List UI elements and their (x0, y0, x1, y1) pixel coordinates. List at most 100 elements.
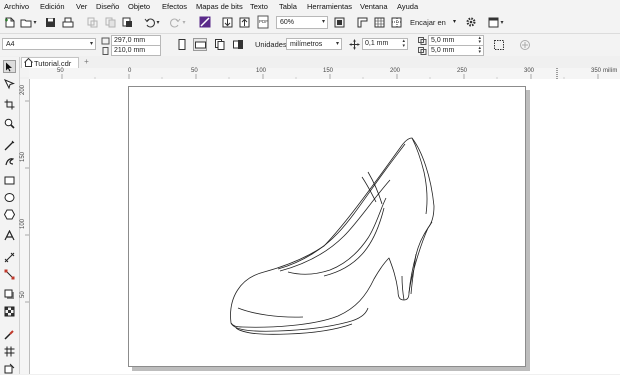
standard-toolbar: ▾ ▾ ▾ PDF 60% ▾ Encajar en ▾ ▾ (0, 13, 620, 34)
nudge-distance-icon (348, 38, 360, 50)
full-screen-preview-icon[interactable] (333, 16, 345, 28)
copy-icon[interactable] (104, 16, 116, 28)
h-ruler-label: 350 (591, 68, 602, 74)
new-tab-button[interactable]: + (81, 57, 92, 68)
freehand-tool-icon[interactable] (3, 139, 16, 152)
spinner-icon[interactable]: ▴ ▾ (402, 39, 405, 49)
undo-icon[interactable] (143, 16, 155, 28)
chevron-down-icon[interactable]: ▾ (499, 17, 505, 27)
snap-to-label: Encajar en (410, 18, 446, 27)
ruler-origin[interactable] (20, 68, 29, 77)
spinner-icon[interactable]: ▴ ▾ (478, 46, 481, 55)
show-grid-icon[interactable] (373, 16, 385, 28)
show-rulers-icon[interactable] (356, 16, 368, 28)
export-icon[interactable] (238, 16, 250, 28)
duplicate-y-icon (417, 46, 427, 55)
duplicate-x-value: 5,0 mm (431, 37, 455, 44)
menu-diseno[interactable]: Diseño (96, 2, 119, 11)
nudge-distance-field[interactable]: 0,1 mm ▴ ▾ (362, 38, 408, 50)
duplicate-y-value: 5,0 mm (431, 47, 455, 54)
polygon-tool-icon[interactable] (3, 208, 16, 221)
menu-herramientas[interactable]: Herramientas (307, 2, 352, 11)
new-document-icon[interactable] (3, 16, 15, 28)
menu-ventana[interactable]: Ventana (360, 2, 388, 11)
chevron-down-icon: ▾ (89, 41, 93, 47)
page-size-value: A4 (6, 41, 15, 48)
landscape-icon[interactable] (193, 38, 207, 51)
h-ruler-label: 100 (256, 68, 267, 74)
cut-icon[interactable] (86, 16, 98, 28)
page-width-value: 297,0 mm (114, 37, 146, 44)
v-ruler-label: 150 (20, 151, 26, 162)
zoom-level-dropdown[interactable]: 60% ▾ (276, 16, 328, 29)
application-launcher-icon[interactable] (487, 16, 499, 28)
open-folder-icon[interactable] (20, 16, 32, 28)
all-pages-icon[interactable] (214, 38, 226, 51)
page-width-icon (100, 36, 110, 45)
snap-to-dropdown[interactable]: Encajar en ▾ (410, 16, 458, 29)
ellipse-tool-icon[interactable] (3, 191, 16, 204)
gear-icon[interactable] (465, 16, 477, 28)
import-icon[interactable] (221, 16, 233, 28)
page-height-icon (100, 46, 110, 55)
h-ruler-label: 50 (57, 68, 64, 74)
print-icon[interactable] (62, 16, 74, 28)
v-ruler-label: 50 (20, 291, 26, 298)
chevron-down-icon: ▾ (335, 41, 339, 47)
spinner-icon[interactable]: ▴ ▾ (478, 36, 481, 45)
shoe-drawing[interactable] (128, 86, 526, 367)
menu-efectos[interactable]: Efectos (162, 2, 187, 11)
menu-ayuda[interactable]: Ayuda (397, 2, 418, 11)
h-ruler-label: 300 (524, 68, 535, 74)
units-dropdown[interactable]: milímetros ▾ (286, 38, 342, 50)
transparency-icon[interactable] (3, 305, 16, 318)
v-ruler-label: 100 (20, 218, 26, 229)
corel-connect-icon[interactable] (199, 16, 211, 28)
zoom-tool-icon[interactable] (3, 117, 16, 130)
h-ruler-label: 250 (457, 68, 468, 74)
eyedropper-icon[interactable] (3, 328, 16, 341)
page-size-dropdown[interactable]: A4 ▾ (2, 38, 96, 50)
chevron-down-icon[interactable]: ▾ (32, 17, 38, 27)
save-icon[interactable] (44, 16, 56, 28)
shape-tool-icon[interactable] (3, 78, 16, 91)
menu-texto[interactable]: Texto (250, 2, 268, 11)
crop-tool-icon[interactable] (3, 98, 16, 111)
parallel-dimension-icon[interactable] (3, 251, 16, 264)
portrait-icon[interactable] (176, 38, 188, 51)
undo-dropdown-icon[interactable]: ▾ (155, 17, 161, 27)
menu-objeto[interactable]: Objeto (128, 2, 150, 11)
text-tool-icon[interactable] (3, 229, 16, 242)
connector-tool-icon[interactable] (3, 268, 16, 281)
nudge-distance-value: 0,1 mm (365, 40, 389, 47)
vertical-ruler[interactable]: 200 150 100 50 (20, 79, 30, 374)
show-guidelines-icon[interactable] (390, 16, 402, 28)
drop-shadow-icon[interactable] (3, 288, 16, 301)
duplicate-y-field[interactable]: 5,0 mm ▴ ▾ (428, 45, 484, 56)
page-height-field[interactable]: 210,0 mm (111, 45, 161, 56)
redo-dropdown-icon[interactable]: ▾ (181, 17, 187, 27)
treat-as-filled-icon[interactable] (492, 38, 505, 51)
paste-icon[interactable] (121, 16, 133, 28)
menu-ver[interactable]: Ver (76, 2, 87, 11)
menu-edicion[interactable]: Edición (40, 2, 65, 11)
menu-mapas-de-bits[interactable]: Mapas de bits (196, 2, 243, 11)
rectangle-tool-icon[interactable] (3, 174, 16, 187)
units-value: milímetros (290, 41, 323, 48)
redo-icon[interactable] (169, 16, 181, 28)
property-bar: A4 ▾ 297,0 mm 210,0 mm Unidades: milímet… (0, 34, 620, 57)
current-page-icon[interactable] (232, 38, 244, 51)
menu-bar: Archivo Edición Ver Diseño Objeto Efecto… (0, 0, 620, 13)
menu-tabla[interactable]: Tabla (279, 2, 297, 11)
add-page-frame-icon[interactable] (518, 38, 531, 51)
interactive-fill-icon[interactable] (3, 345, 16, 358)
drawing-page[interactable] (128, 86, 526, 367)
artistic-media-icon[interactable] (3, 155, 16, 168)
h-ruler-label: 200 (390, 68, 401, 74)
svg-text:PDF: PDF (259, 19, 268, 24)
menu-archivo[interactable]: Archivo (4, 2, 29, 11)
h-ruler-units: milím (603, 68, 618, 74)
smart-fill-icon[interactable] (3, 362, 16, 375)
publish-pdf-icon[interactable]: PDF (256, 15, 270, 29)
pick-tool-icon[interactable] (3, 60, 16, 73)
